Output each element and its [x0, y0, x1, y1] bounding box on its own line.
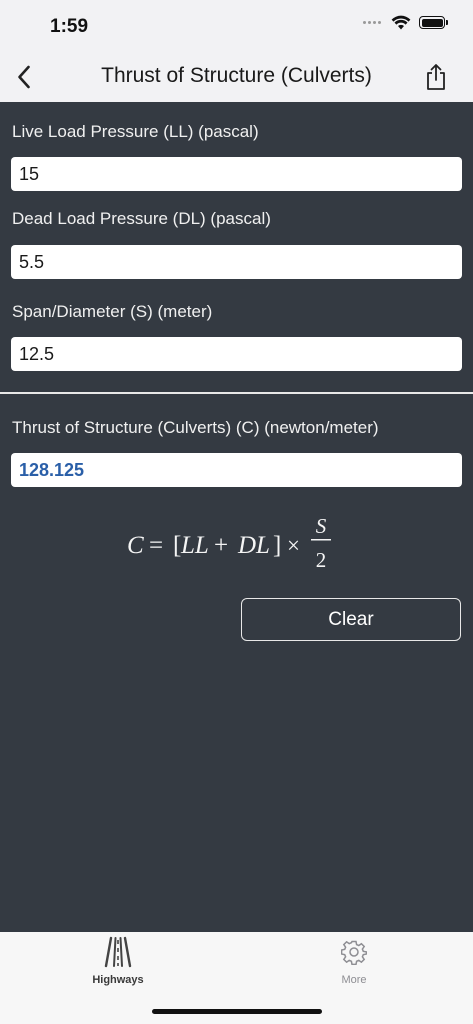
formula-term-dl: DL — [237, 532, 270, 559]
home-indicator — [152, 1009, 322, 1014]
back-button[interactable] — [8, 60, 40, 94]
tab-bar: Highways More — [0, 932, 473, 1024]
live-load-input[interactable] — [11, 157, 462, 191]
section-divider — [0, 392, 473, 394]
status-icons — [363, 15, 448, 30]
formula-numerator: S — [315, 514, 326, 538]
tab-more-label: More — [341, 974, 367, 986]
thrust-result-field[interactable] — [11, 453, 462, 487]
highway-icon — [104, 936, 132, 968]
dead-load-input[interactable] — [11, 245, 462, 279]
signal-dots-icon — [363, 21, 381, 24]
clear-button[interactable]: Clear — [241, 598, 461, 641]
formula-lhs: C — [127, 532, 144, 559]
formula-denominator: 2 — [315, 548, 326, 572]
formula-times: × — [287, 533, 300, 558]
battery-icon — [419, 16, 448, 29]
span-diameter-input[interactable] — [11, 337, 462, 371]
formula-bracket-close: ] — [273, 532, 281, 559]
chevron-left-icon — [18, 65, 30, 89]
thrust-result-label: Thrust of Structure (Culverts) (C) (newt… — [12, 418, 379, 437]
wifi-icon — [391, 15, 411, 30]
span-diameter-label: Span/Diameter (S) (meter) — [12, 302, 213, 321]
navigation-bar: Thrust of Structure (Culverts) — [0, 52, 473, 102]
status-bar: 1:59 — [0, 0, 473, 52]
status-time: 1:59 — [50, 16, 89, 37]
tab-more[interactable]: More — [294, 932, 414, 992]
share-button[interactable] — [419, 60, 453, 94]
tab-highways[interactable]: Highways — [58, 932, 178, 992]
formula-equals: = — [149, 532, 163, 559]
formula-plus: + — [214, 532, 228, 559]
gear-icon — [341, 940, 367, 965]
formula: C = [ LL + DL ] × S 2 — [0, 510, 473, 580]
page-title: Thrust of Structure (Culverts) — [101, 64, 372, 87]
formula-fraction-bar — [310, 539, 331, 541]
tab-highways-label: Highways — [92, 974, 144, 986]
dead-load-label: Dead Load Pressure (DL) (pascal) — [12, 209, 271, 228]
share-icon — [427, 64, 445, 90]
formula-term-ll: LL — [180, 532, 209, 559]
live-load-label: Live Load Pressure (LL) (pascal) — [12, 122, 259, 141]
